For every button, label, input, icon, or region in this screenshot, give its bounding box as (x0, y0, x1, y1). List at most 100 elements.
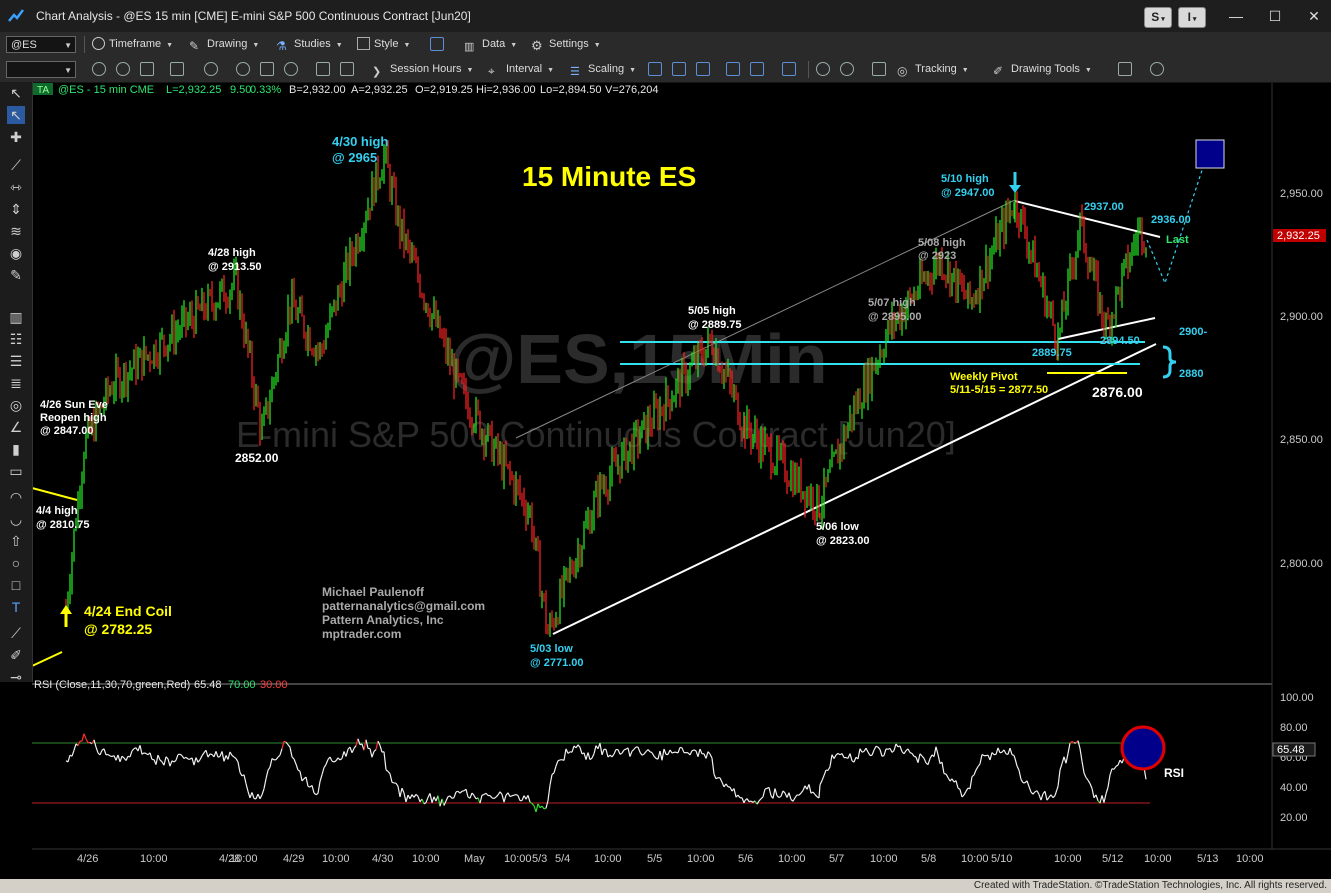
toolbar-secondary: ▼ ❯ Session Hours ▼ ⌖ Interval ▼ ☰ Scaling ▼ ◎… (0, 57, 1331, 83)
target-box[interactable] (1195, 139, 1225, 169)
tool-icon-8[interactable] (284, 62, 298, 76)
rsi-value-tag-label: 65.48 (1277, 744, 1305, 756)
drawing-menu[interactable]: ✎ Drawing ▼ (189, 36, 259, 53)
draw-tool-icon: ✐ (993, 64, 1004, 78)
line-chart-icon[interactable] (726, 62, 740, 76)
i-button[interactable]: I ▾ (1178, 7, 1206, 28)
histogram-icon[interactable]: ▮ (7, 440, 25, 458)
s-button[interactable]: S ▾ (1144, 7, 1172, 28)
magnet-icon[interactable]: ⊸ (7, 668, 25, 686)
style-icon (357, 37, 370, 50)
text-tool-icon[interactable]: T (7, 598, 25, 616)
minimize-icon[interactable]: — (1226, 6, 1246, 26)
tool-icon-9[interactable] (316, 62, 330, 76)
trendline-tool-icon[interactable]: ⟋ (7, 156, 25, 174)
time-tick: 4/30 (372, 853, 393, 865)
fib-ext-icon[interactable]: ☷ (7, 330, 25, 348)
label-2852: 2852.00 (235, 451, 279, 465)
zoom-in-icon[interactable] (816, 62, 830, 76)
rsi-segment (481, 793, 485, 796)
levels-icon[interactable]: ≣ (7, 374, 25, 392)
rectangle-icon[interactable]: □ (7, 576, 25, 594)
pencil-tool-icon[interactable]: ✎ (7, 266, 25, 284)
arc-icon[interactable]: ◠ (7, 488, 25, 506)
select-icon[interactable]: ↖ (7, 106, 25, 124)
rsi-segment (509, 795, 513, 798)
candle-hollow-icon[interactable] (696, 62, 710, 76)
bars-icon[interactable]: ▭ (7, 462, 25, 480)
scaling-menu[interactable]: ☰ Scaling ▼ (570, 61, 636, 78)
rsi-highlight-circle (1120, 725, 1166, 771)
time-tick: 10:00 (778, 853, 806, 865)
layout-icon[interactable] (430, 37, 444, 51)
vertical-line-icon[interactable]: ⇕ (7, 200, 25, 218)
time-tick: 5/4 (555, 853, 570, 865)
data-label: Data (482, 38, 506, 50)
tracking-menu[interactable]: ◎ Tracking ▼ (897, 61, 969, 78)
tool-icon-5[interactable] (204, 62, 218, 76)
title-bar[interactable]: Chart Analysis - @ES 15 min [CME] E-mini… (0, 0, 1331, 32)
horizontal-line-icon[interactable]: ⇿ (7, 178, 25, 196)
tool-icon-2[interactable] (116, 62, 130, 76)
label-weekly-pivot: Weekly Pivot (950, 371, 1018, 383)
export-icon[interactable] (1118, 62, 1132, 76)
tool-icon-6[interactable] (236, 62, 250, 76)
tool-icon-10[interactable] (340, 62, 354, 76)
interval-menu[interactable]: ⌖ Interval ▼ (488, 61, 554, 78)
ellipse-icon[interactable]: ○ (7, 554, 25, 572)
close-icon[interactable]: ✕ (1304, 6, 1324, 26)
gann-icon[interactable]: ☰ (7, 352, 25, 370)
zoom-out-icon[interactable] (840, 62, 854, 76)
maximize-icon[interactable]: ☐ (1265, 6, 1285, 26)
rsi-segment (623, 748, 627, 751)
pointer-icon[interactable]: ↖ (7, 84, 25, 102)
time-tick: 10:00 (870, 853, 898, 865)
channel-tool-icon[interactable]: ≋ (7, 222, 25, 240)
arrow-up-tool-icon[interactable]: ⇧ (7, 532, 25, 550)
price-tick: 2,850.00 (1280, 434, 1323, 446)
candle-icon[interactable] (672, 62, 686, 76)
time-tick: 10:00 (961, 853, 989, 865)
circle-tool-icon[interactable]: ◉ (7, 244, 25, 262)
tool-icon-3[interactable] (140, 62, 154, 76)
session-hours-menu[interactable]: ❯ Session Hours ▼ (372, 61, 473, 78)
chat-icon[interactable] (1150, 62, 1164, 76)
renko-icon[interactable] (782, 62, 796, 76)
timeframe-menu[interactable]: Timeframe ▼ (92, 36, 173, 53)
time-tick: 5/13 (1197, 853, 1218, 865)
toolbar-main: @ES ▼ Timeframe ▼ ✎ Drawing ▼ ⚗ Studies ▼ Styl… (0, 32, 1331, 58)
crosshair-icon[interactable]: ✚ (7, 128, 25, 146)
chart-title: 15 Minute ES (522, 161, 696, 192)
bar-chart-icon[interactable] (648, 62, 662, 76)
label-4-30-high-value: @ 2965 (332, 150, 377, 165)
settings-label: Settings (549, 38, 589, 50)
time-tick: 10:00 (140, 853, 168, 865)
drawing-tools-menu[interactable]: ✐ Drawing Tools ▼ (993, 61, 1092, 78)
symbol-input[interactable]: @ES ▼ (6, 36, 76, 53)
spiral-icon[interactable]: ◎ (7, 396, 25, 414)
author-email: patternanalytics@gmail.com (322, 599, 485, 613)
data-menu[interactable]: ▥ Data ▼ (464, 36, 517, 53)
fib-tool-icon[interactable]: ▥ (7, 308, 25, 326)
interval-input[interactable]: ▼ (6, 61, 76, 78)
chart-canvas[interactable]: TA @ES - 15 min CME L=2,932.25 9.50 0.33… (0, 0, 1331, 893)
rsi-segment (511, 794, 515, 797)
style-label: Style (374, 38, 399, 50)
studies-menu[interactable]: ⚗ Studies ▼ (276, 36, 343, 53)
tool-icon-1[interactable] (92, 62, 106, 76)
settings-menu[interactable]: ⚙ Settings ▼ (531, 36, 601, 53)
rsi-segment (283, 740, 287, 743)
tool-icon-4[interactable] (170, 62, 184, 76)
rsi-segment (451, 797, 455, 799)
angle-icon[interactable]: ∠ (7, 418, 25, 436)
data-icon: ▥ (464, 41, 475, 53)
ruler-icon[interactable]: ⟋ (7, 624, 25, 642)
arc-down-icon[interactable]: ◡ (7, 510, 25, 528)
style-menu[interactable]: Style ▼ (357, 36, 410, 53)
tool-icon-7[interactable] (260, 62, 274, 76)
point-fig-icon[interactable] (750, 62, 764, 76)
eraser-icon[interactable]: ✐ (7, 646, 25, 664)
grid-icon[interactable] (872, 62, 886, 76)
rsi-segment (999, 751, 1003, 754)
interval-label: Interval (506, 63, 543, 75)
